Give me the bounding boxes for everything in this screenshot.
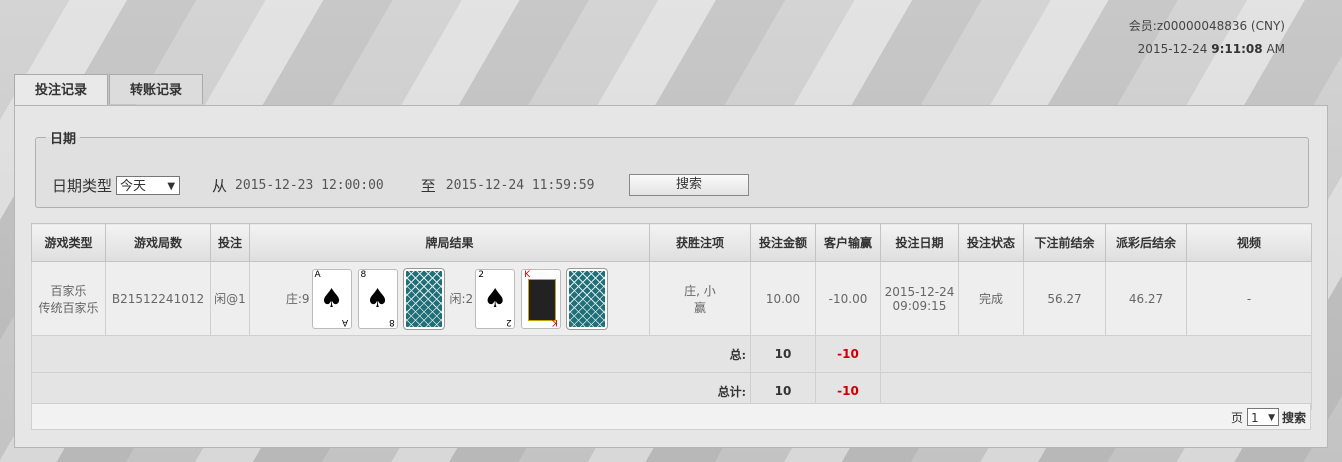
subtotal-row: 总: 10 -10 <box>31 335 1312 373</box>
banker-score: 庄:9 <box>285 292 310 306</box>
cell-balance-before: 56.27 <box>1023 261 1106 336</box>
date-filter: 日期 日期类型 今天 ▼ 从 2015-12-23 12:00:00 至 201… <box>35 128 1309 208</box>
col-video: 视频 <box>1186 223 1312 262</box>
card-result: 庄:9 A ♠ A 8 ♠ 8 闲:2 2 ♠ 2 KK <box>251 267 648 330</box>
member-info: 会员:z00000048836 (CNY) <box>1128 19 1285 33</box>
game-type-line2: 传统百家乐 <box>38 300 99 315</box>
clock-time: 9:11:08 <box>1211 42 1263 56</box>
player-card-back <box>566 267 609 330</box>
clock: 2015-12-24 9:11:08 AM <box>1138 42 1285 56</box>
col-bet: 投注 <box>210 223 250 262</box>
cell-winloss: -10.00 <box>815 261 881 336</box>
cell-bet: 闲@1 <box>210 261 250 336</box>
game-type-line1: 百家乐 <box>50 283 87 298</box>
col-winning: 获胜注项 <box>649 223 751 262</box>
date-filter-row: 日期类型 今天 ▼ 从 2015-12-23 12:00:00 至 2015-1… <box>52 175 594 196</box>
subtotal-label: 总: <box>31 335 751 373</box>
cell-winning: 庄, 小赢 <box>649 261 751 336</box>
tab-bar: 投注记录 转账记录 <box>14 74 204 106</box>
clock-date: 2015-12-24 <box>1137 42 1208 56</box>
winning-line1: 庄, 小 <box>684 283 716 298</box>
date-type-value: 今天 <box>120 179 147 194</box>
subtotal-amount: 10 <box>750 335 816 373</box>
subtotal-empty <box>880 335 1312 373</box>
from-datetime[interactable]: 2015-12-23 12:00:00 <box>235 178 384 193</box>
cell-round: B21512241012 <box>105 261 211 336</box>
cell-status: 完成 <box>958 261 1024 336</box>
bet-records-table: 游戏类型 游戏局数 投注 牌局结果 获胜注项 投注金额 客户输赢 投注日期 投注… <box>31 223 1312 410</box>
col-balance-after: 派彩后结余 <box>1105 223 1187 262</box>
date-filter-legend: 日期 <box>50 132 77 147</box>
banker-card-2: 8 ♠ 8 <box>357 268 398 329</box>
chevron-down-icon: ▼ <box>167 181 176 192</box>
page-label: 页 <box>1230 410 1243 425</box>
tab-transfer-records[interactable]: 转账记录 <box>109 74 204 104</box>
col-status: 投注状态 <box>958 223 1024 262</box>
cell-video: - <box>1186 261 1312 336</box>
to-datetime[interactable]: 2015-12-24 11:59:59 <box>446 178 595 193</box>
page-search-button[interactable]: 搜索 <box>1282 409 1306 426</box>
pagination-controls: 页 1 ▼ 搜索 <box>1231 408 1306 426</box>
cell-bet-date: 2015-12-24 09:09:15 <box>880 261 959 336</box>
to-label: 至 <box>420 177 436 195</box>
page-select-value: 1 <box>1250 411 1259 425</box>
chevron-down-icon: ▼ <box>1268 413 1275 423</box>
player-card-1: 2 ♠ 2 <box>475 268 516 329</box>
col-round: 游戏局数 <box>105 223 211 262</box>
date-type-select[interactable]: 今天 ▼ <box>116 176 181 195</box>
col-result: 牌局结果 <box>249 223 650 262</box>
tab-bet-records[interactable]: 投注记录 <box>14 74 109 106</box>
col-winloss: 客户输赢 <box>815 223 881 262</box>
col-game-type: 游戏类型 <box>31 223 106 262</box>
bet-date-line1: 2015-12-24 <box>884 284 955 299</box>
page-select[interactable]: 1 ▼ <box>1246 408 1279 426</box>
cell-amount: 10.00 <box>750 261 816 336</box>
cell-game-type: 百家乐 传统百家乐 <box>31 261 106 336</box>
subtotal-winloss: -10 <box>815 335 881 373</box>
player-score: 闲:2 <box>449 292 474 306</box>
player-card-2: KK <box>521 268 562 329</box>
col-balance-before: 下注前结余 <box>1023 223 1106 262</box>
col-amount: 投注金额 <box>750 223 816 262</box>
cell-result: 庄:9 A ♠ A 8 ♠ 8 闲:2 2 ♠ 2 KK <box>249 261 650 336</box>
cell-balance-after: 46.27 <box>1105 261 1187 336</box>
winning-line2: 赢 <box>693 300 706 315</box>
table-row: 百家乐传统百家乐 B21512241012 闲@1 庄:9 A ♠ A 8 ♠ 8 闲:… <box>31 261 1312 336</box>
pagination-bar: 页 1 ▼ 搜索 <box>31 403 1311 430</box>
col-bet-date: 投注日期 <box>880 223 959 262</box>
banker-card-back <box>402 267 445 330</box>
records-panel: 日期 日期类型 今天 ▼ 从 2015-12-23 12:00:00 至 201… <box>14 105 1328 448</box>
search-button[interactable]: 搜索 <box>629 174 749 196</box>
clock-ampm: AM <box>1266 42 1285 56</box>
banker-card-1: A ♠ A <box>311 268 352 329</box>
bet-date-line2: 09:09:15 <box>892 298 947 313</box>
from-label: 从 <box>212 177 228 195</box>
table-header-row: 游戏类型 游戏局数 投注 牌局结果 获胜注项 投注金额 客户输赢 投注日期 投注… <box>31 223 1312 262</box>
date-type-label: 日期类型 <box>52 177 113 195</box>
